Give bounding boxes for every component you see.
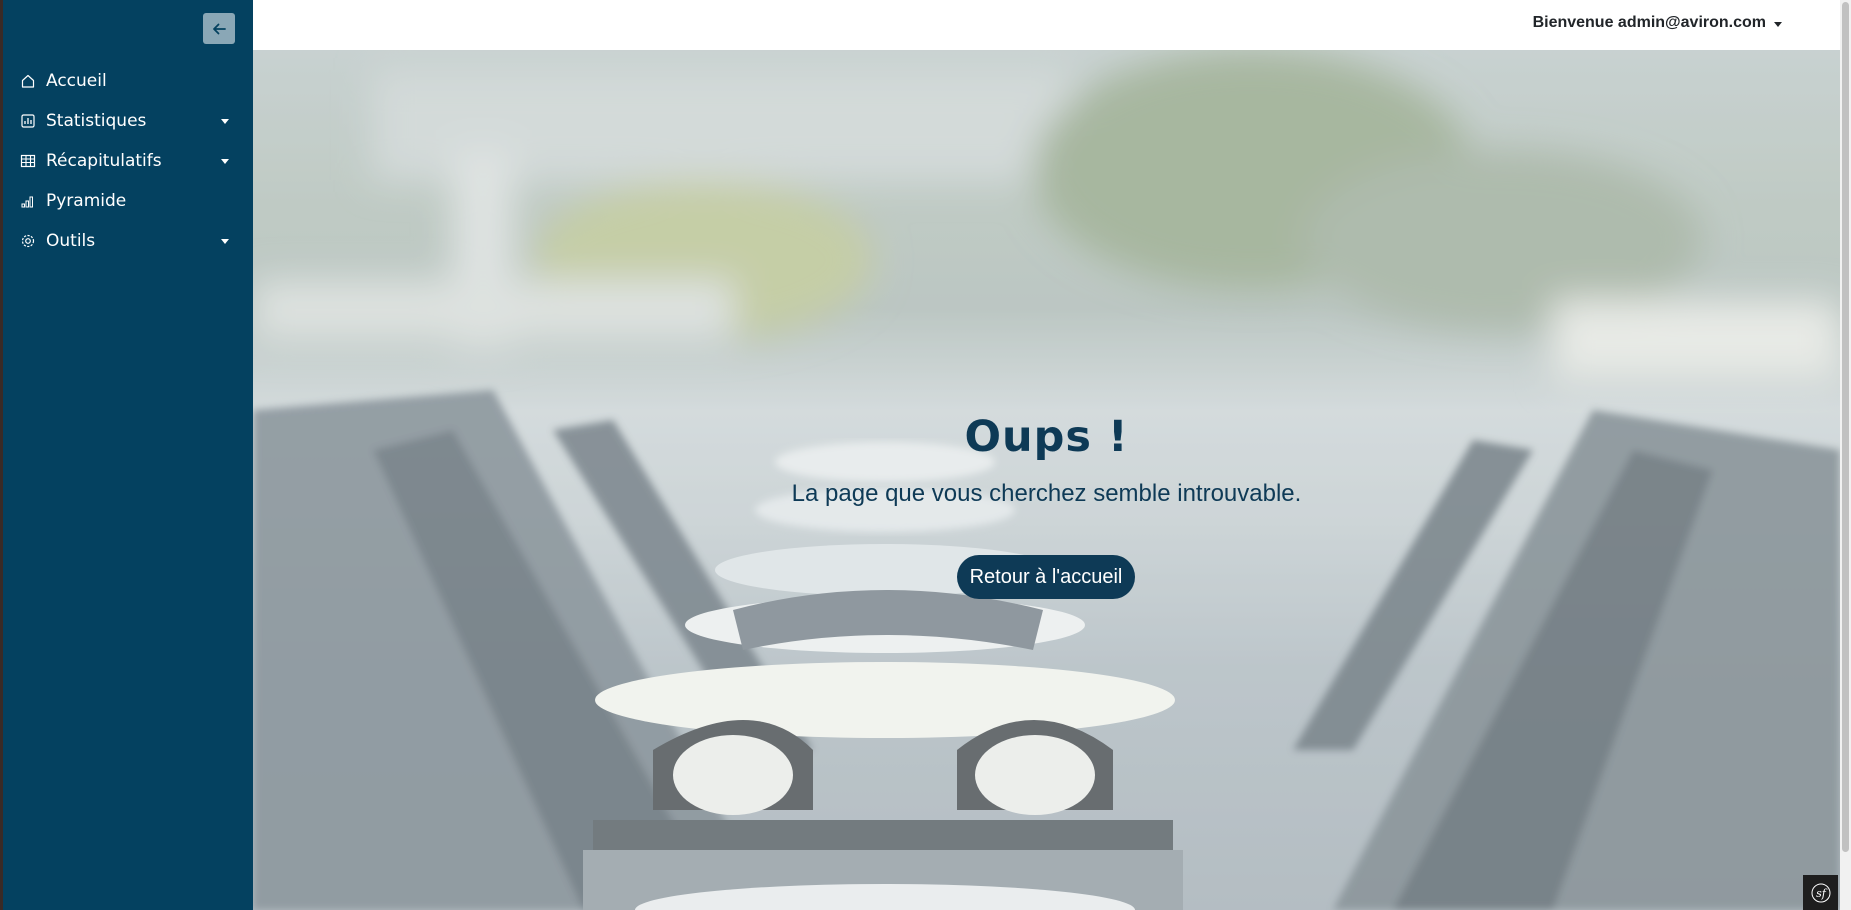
sidebar: Accueil Statistiques Récapitulatifs Pyra…: [0, 0, 253, 910]
back-to-home-button[interactable]: Retour à l'accueil: [957, 555, 1135, 599]
user-menu-dropdown[interactable]: Bienvenue admin@aviron.com: [1533, 14, 1782, 32]
caret-down-icon: [221, 119, 229, 124]
signal-icon: [19, 192, 37, 210]
arrow-left-icon: [213, 23, 226, 34]
home-icon: [19, 72, 37, 90]
svg-text:sf: sf: [1816, 887, 1828, 900]
scrollbar-thumb[interactable]: [1842, 2, 1849, 852]
caret-down-icon: [221, 159, 229, 164]
error-panel: Oups ! La page que vous cherchez semble …: [253, 50, 1840, 910]
page-scrollbar[interactable]: [1840, 0, 1851, 910]
sidebar-item-statistiques[interactable]: Statistiques: [3, 101, 253, 141]
caret-down-icon: [1774, 21, 1782, 27]
bar-chart-icon: [19, 112, 37, 130]
caret-down-icon: [221, 239, 229, 244]
sidebar-item-accueil[interactable]: Accueil: [3, 61, 253, 101]
sidebar-collapse-button[interactable]: [203, 13, 235, 44]
symfony-toolbar-icon[interactable]: sf: [1803, 875, 1838, 910]
sidebar-item-pyramide[interactable]: Pyramide: [3, 181, 253, 221]
sidebar-item-label: Accueil: [46, 71, 107, 91]
sidebar-nav: Accueil Statistiques Récapitulatifs Pyra…: [3, 61, 253, 261]
sidebar-item-label: Pyramide: [46, 191, 127, 211]
error-title: Oups !: [964, 412, 1129, 462]
table-icon: [19, 152, 37, 170]
sidebar-item-outils[interactable]: Outils: [3, 221, 253, 261]
sidebar-item-label: Statistiques: [46, 111, 147, 131]
user-menu-label: Bienvenue admin@aviron.com: [1532, 14, 1766, 31]
sidebar-item-recapitulatifs[interactable]: Récapitulatifs: [3, 141, 253, 181]
sidebar-item-label: Récapitulatifs: [46, 151, 162, 171]
gear-icon: [19, 232, 37, 250]
sidebar-item-label: Outils: [46, 231, 96, 251]
error-message: La page que vous cherchez semble introuv…: [791, 480, 1302, 507]
top-navbar: Bienvenue admin@aviron.com: [253, 0, 1840, 50]
main-content: Oups ! La page que vous cherchez semble …: [253, 50, 1840, 910]
